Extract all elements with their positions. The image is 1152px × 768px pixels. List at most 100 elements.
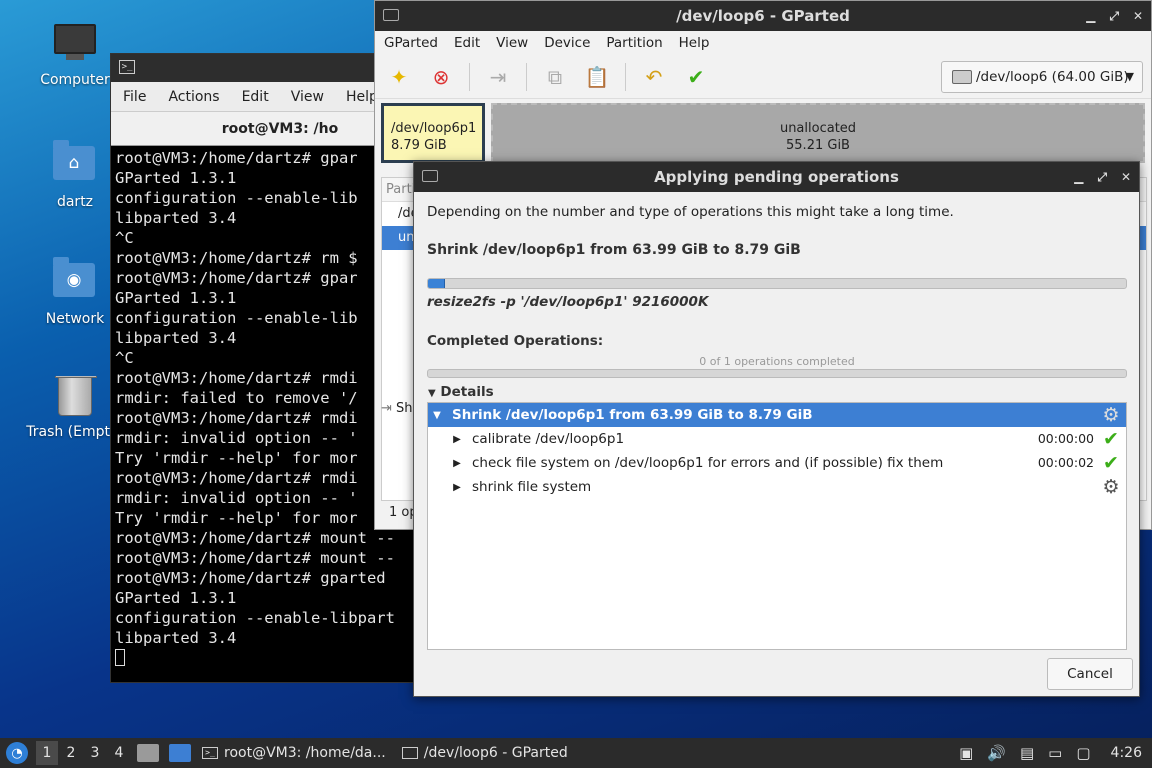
dialog-title: Applying pending operations <box>654 168 899 186</box>
progress-fill <box>428 279 446 288</box>
window-title: /dev/loop6 - GParted <box>676 7 850 25</box>
partition-name: /dev/loop6p1 <box>391 121 477 136</box>
trash-icon <box>53 376 97 420</box>
home-folder-icon: ⌂ <box>53 140 97 190</box>
clock[interactable]: 4:26 <box>1111 745 1142 761</box>
taskbar: ◔ 1 2 3 4 >_ root@VM3: /home/da... /dev/… <box>0 738 1152 768</box>
chevron-down-icon: ▼ <box>1125 70 1134 83</box>
computer-icon <box>53 24 97 68</box>
drive-icon <box>422 170 438 182</box>
completed-progress-bar <box>427 369 1127 378</box>
completed-count: 0 of 1 operations completed <box>699 355 855 368</box>
task-label: /dev/loop6 - GParted <box>423 745 568 761</box>
partition-name: unallocated <box>779 121 857 136</box>
start-menu-icon[interactable]: ◔ <box>6 742 28 764</box>
expander-right-icon[interactable]: ▶ <box>450 482 464 493</box>
undo-icon[interactable]: ↶ <box>640 63 668 91</box>
task-gparted[interactable]: /dev/loop6 - GParted <box>396 738 578 768</box>
apply-icon[interactable]: ✔ <box>682 63 710 91</box>
network-icon[interactable]: ▭ <box>1048 744 1062 762</box>
terminal-icon: >_ <box>202 747 218 759</box>
expander-right-icon[interactable]: ▶ <box>450 434 464 445</box>
dialog-titlebar[interactable]: Applying pending operations ▁ ⤢ ✕ <box>414 162 1139 192</box>
menu-partition[interactable]: Partition <box>599 35 669 51</box>
gparted-titlebar[interactable]: /dev/loop6 - GParted ▁ ⤢ ✕ <box>375 1 1151 31</box>
menu-view[interactable]: View <box>489 35 535 51</box>
task-terminal[interactable]: >_ root@VM3: /home/da... <box>196 738 396 768</box>
tree-row-label: Shrink /dev/loop6p1 from 63.99 GiB to 8.… <box>452 407 813 423</box>
tree-row-label: check file system on /dev/loop6p1 for er… <box>472 455 944 471</box>
minimize-icon[interactable]: ▁ <box>1074 170 1083 184</box>
menu-actions[interactable]: Actions <box>160 89 227 105</box>
device-selector[interactable]: /dev/loop6 (64.00 GiB) ▼ <box>941 61 1143 93</box>
workspace-1[interactable]: 1 <box>36 741 58 765</box>
menu-edit[interactable]: Edit <box>234 89 277 105</box>
notes-icon[interactable]: ▤ <box>1020 744 1034 762</box>
partition-block-unallocated[interactable]: unallocated 55.21 GiB <box>491 103 1145 163</box>
current-progress-bar <box>427 278 1127 289</box>
checkmark-icon: ✔ <box>1103 428 1119 450</box>
resize-move-icon[interactable]: ⇥ <box>484 63 512 91</box>
terminal-icon: >_ <box>119 60 135 74</box>
menu-view[interactable]: View <box>283 89 332 105</box>
terminal-cursor <box>115 649 125 666</box>
tree-row[interactable]: ▶ shrink file system ⚙ <box>428 475 1126 499</box>
expander-down-icon: ▼ <box>428 388 436 399</box>
partition-size: 8.79 GiB <box>391 138 447 153</box>
menu-edit[interactable]: Edit <box>447 35 487 51</box>
gears-icon: ⚙ <box>1102 476 1120 498</box>
partition-size: 55.21 GiB <box>786 138 850 153</box>
maximize-icon[interactable]: ⤢ <box>1109 9 1119 24</box>
network-folder-icon: ◉ <box>53 257 97 307</box>
current-command: resize2fs -p '/dev/loop6p1' 9216000K <box>427 294 709 310</box>
clipboard-icon[interactable]: ▣ <box>959 744 973 762</box>
system-tray: ▣ 🔊 ▤ ▭ ▢ 4:26 <box>959 744 1152 762</box>
workspace-3[interactable]: 3 <box>84 741 106 765</box>
cancel-button[interactable]: Cancel <box>1047 658 1133 690</box>
apply-operations-dialog[interactable]: Applying pending operations ▁ ⤢ ✕ Depend… <box>413 161 1140 697</box>
delete-partition-icon[interactable]: ⊗ <box>427 63 455 91</box>
tree-row-time: 00:00:00 <box>1037 431 1094 446</box>
tree-row-label: calibrate /dev/loop6p1 <box>472 431 625 447</box>
menu-device[interactable]: Device <box>537 35 597 51</box>
disk-icon <box>952 70 972 84</box>
drive-icon <box>401 747 418 759</box>
operation-icon: ⇥ <box>381 401 392 416</box>
volume-icon[interactable]: 🔊 <box>987 744 1006 762</box>
workspace-2[interactable]: 2 <box>60 741 82 765</box>
details-tree: ▼ Shrink /dev/loop6p1 from 63.99 GiB to … <box>427 402 1127 650</box>
close-icon[interactable]: ✕ <box>1121 170 1131 184</box>
checkmark-icon: ✔ <box>1103 452 1119 474</box>
menu-gparted[interactable]: GParted <box>377 35 445 51</box>
notification-icon[interactable]: ▢ <box>1076 744 1090 762</box>
file-manager-icon[interactable] <box>137 744 159 762</box>
gparted-menubar: GParted Edit View Device Partition Help <box>375 31 1151 55</box>
tree-row[interactable]: ▶ check file system on /dev/loop6p1 for … <box>428 451 1126 475</box>
expander-down-icon[interactable]: ▼ <box>430 410 444 421</box>
copy-icon[interactable]: ⧉ <box>541 63 569 91</box>
new-partition-icon[interactable]: ✦ <box>385 63 413 91</box>
tree-row[interactable]: ▶ calibrate /dev/loop6p1 00:00:00 ✔ <box>428 427 1126 451</box>
completed-label: Completed Operations: <box>427 333 604 349</box>
minimize-icon[interactable]: ▁ <box>1086 9 1095 23</box>
gears-icon: ⚙ <box>1102 404 1120 426</box>
partition-block-loop6p1[interactable]: /dev/loop6p1 8.79 GiB <box>381 103 485 163</box>
expander-right-icon[interactable]: ▶ <box>450 458 464 469</box>
workspace-4[interactable]: 4 <box>108 741 130 765</box>
details-expander[interactable]: ▼ Details <box>428 384 494 400</box>
maximize-icon[interactable]: ⤢ <box>1097 170 1107 185</box>
drive-icon <box>383 9 399 21</box>
tree-row-root[interactable]: ▼ Shrink /dev/loop6p1 from 63.99 GiB to … <box>428 403 1126 427</box>
menu-file[interactable]: File <box>115 89 154 105</box>
details-label: Details <box>440 384 494 400</box>
gparted-toolbar: ✦ ⊗ ⇥ ⧉ 📋 ↶ ✔ /dev/loop6 (64.00 GiB) ▼ <box>375 55 1151 99</box>
device-selector-label: /dev/loop6 (64.00 GiB) <box>976 69 1129 85</box>
tree-row-time: 00:00:02 <box>1037 455 1094 470</box>
partition-map: /dev/loop6p1 8.79 GiB unallocated 55.21 … <box>381 103 1147 163</box>
dialog-description: Depending on the number and type of oper… <box>427 204 954 220</box>
menu-help[interactable]: Help <box>672 35 717 51</box>
close-icon[interactable]: ✕ <box>1133 9 1143 23</box>
paste-icon[interactable]: 📋 <box>583 63 611 91</box>
tree-row-label: shrink file system <box>472 479 592 495</box>
show-desktop-icon[interactable] <box>169 744 191 762</box>
